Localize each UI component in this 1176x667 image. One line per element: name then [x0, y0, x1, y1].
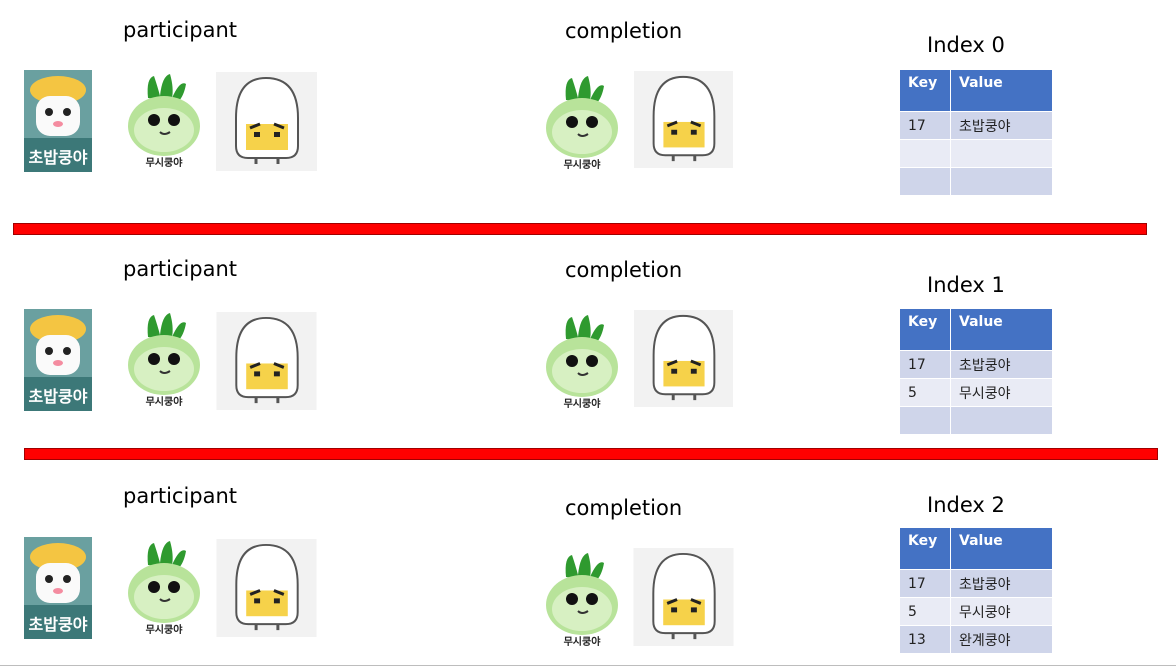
svg-text:초밥쿵야: 초밥쿵야 [29, 148, 88, 167]
table-row: 5 무시쿵야 [899, 378, 1053, 407]
rice-cake-character-image [216, 72, 317, 171]
rice-cake-character-icon [216, 72, 317, 171]
table-row: 17 초밥쿵야 [899, 111, 1053, 140]
key-value-table: Key Value 17 초밥쿵야 5 무시쿵야 13 완계쿵야 [899, 527, 1053, 654]
value-header: Value [950, 527, 1053, 570]
rice-cake-character-icon [634, 71, 733, 168]
radish-character-image: 무시쿵야 [124, 72, 204, 172]
table-row: 5 무시쿵야 [899, 597, 1053, 626]
svg-text:초밥쿵야: 초밥쿵야 [29, 387, 88, 406]
value-cell [950, 406, 1053, 435]
sushi-character-icon: 초밥쿵야 [24, 309, 92, 411]
svg-text:무시쿵야: 무시쿵야 [146, 395, 184, 408]
radish-character-image: 무시쿵야 [542, 313, 622, 413]
index-label: Index 1 [927, 273, 1005, 297]
completion-label: completion [565, 19, 683, 43]
radish-character-icon: 무시쿵야 [128, 313, 200, 408]
value-cell: 무시쿵야 [950, 378, 1053, 407]
rice-cake-character-icon [633, 548, 734, 646]
key-header: Key [899, 308, 951, 351]
sushi-character-image: 초밥쿵야 [24, 70, 92, 172]
svg-text:무시쿵야: 무시쿵야 [564, 397, 602, 410]
key-cell [899, 139, 951, 168]
key-cell: 17 [899, 569, 951, 598]
key-cell: 5 [899, 378, 951, 407]
index-label: Index 0 [927, 33, 1005, 57]
rice-cake-character-image [633, 310, 734, 407]
sushi-character-image: 초밥쿵야 [24, 537, 92, 639]
radish-character-icon: 무시쿵야 [546, 76, 618, 171]
sushi-character-image: 초밥쿵야 [24, 309, 92, 411]
bottom-border [0, 665, 1176, 666]
radish-character-icon: 무시쿵야 [546, 553, 618, 648]
table-row: 17 초밥쿵야 [899, 350, 1053, 379]
key-header: Key [899, 527, 951, 570]
key-cell: 17 [899, 111, 951, 140]
key-cell: 5 [899, 597, 951, 626]
table-row [899, 167, 1053, 196]
completion-label: completion [565, 258, 683, 282]
table-header-row: Key Value [899, 308, 1053, 351]
key-cell: 17 [899, 350, 951, 379]
table-row: 17 초밥쿵야 [899, 569, 1053, 598]
key-value-table: Key Value 17 초밥쿵야 5 무시쿵야 [899, 308, 1053, 435]
svg-text:무시쿵야: 무시쿵야 [146, 623, 184, 636]
rice-cake-character-icon [634, 310, 733, 407]
rice-cake-character-image [633, 548, 734, 646]
rice-cake-character-image [216, 312, 317, 410]
rice-cake-character-icon [216, 539, 317, 637]
value-cell [950, 167, 1053, 196]
participant-label: participant [123, 18, 238, 42]
radish-character-icon: 무시쿵야 [128, 541, 200, 636]
value-cell: 초밥쿵야 [950, 111, 1053, 140]
sushi-character-icon: 초밥쿵야 [24, 537, 92, 639]
table-row [899, 406, 1053, 435]
section-divider [24, 448, 1158, 460]
participant-label: participant [123, 257, 238, 281]
key-header: Key [899, 69, 951, 112]
section-divider [13, 223, 1147, 235]
key-value-table: Key Value 17 초밥쿵야 [899, 69, 1053, 196]
svg-text:초밥쿵야: 초밥쿵야 [29, 615, 88, 634]
sushi-character-icon: 초밥쿵야 [24, 70, 92, 172]
value-cell [950, 139, 1053, 168]
svg-text:무시쿵야: 무시쿵야 [146, 156, 184, 169]
value-header: Value [950, 308, 1053, 351]
value-cell: 완계쿵야 [950, 625, 1053, 654]
rice-cake-character-icon [216, 312, 317, 410]
value-header: Value [950, 69, 1053, 112]
table-header-row: Key Value [899, 69, 1053, 112]
completion-label: completion [565, 496, 683, 520]
radish-character-image: 무시쿵야 [542, 551, 622, 651]
radish-character-icon: 무시쿵야 [546, 315, 618, 410]
key-cell [899, 167, 951, 196]
value-cell: 무시쿵야 [950, 597, 1053, 626]
value-cell: 초밥쿵야 [950, 569, 1053, 598]
key-cell [899, 406, 951, 435]
participant-label: participant [123, 484, 238, 508]
rice-cake-character-image [216, 539, 317, 637]
radish-character-image: 무시쿵야 [124, 539, 204, 639]
table-header-row: Key Value [899, 527, 1053, 570]
table-row: 13 완계쿵야 [899, 625, 1053, 654]
radish-character-image: 무시쿵야 [124, 311, 204, 411]
radish-character-image: 무시쿵야 [542, 74, 622, 174]
svg-text:무시쿵야: 무시쿵야 [564, 635, 602, 648]
index-label: Index 2 [927, 493, 1005, 517]
svg-text:무시쿵야: 무시쿵야 [564, 158, 602, 171]
radish-character-icon: 무시쿵야 [128, 74, 200, 169]
value-cell: 초밥쿵야 [950, 350, 1053, 379]
key-cell: 13 [899, 625, 951, 654]
table-row [899, 139, 1053, 168]
rice-cake-character-image [633, 71, 734, 168]
